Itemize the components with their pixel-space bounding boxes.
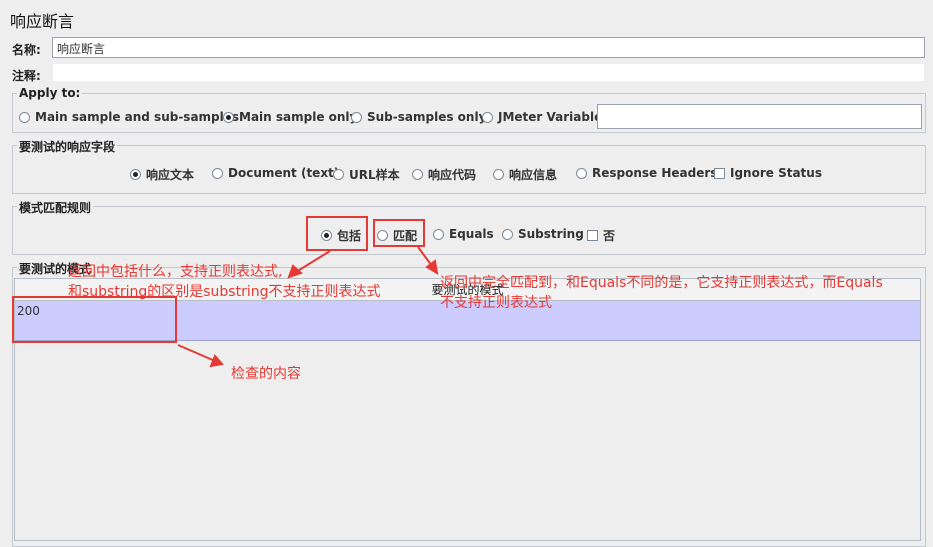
annotation-matches-line1: 返回中完全匹配到，和Equals不同的是，它支持正则表达式，而Equals bbox=[440, 275, 883, 291]
annotation-content-note: 检查的内容 bbox=[231, 366, 301, 382]
arrow-contains-head bbox=[287, 264, 303, 279]
arrow-content-line bbox=[177, 344, 216, 362]
arrow-contains-line bbox=[295, 250, 331, 273]
annotation-contains-line2: 和substring的区别是substring不支持正则表达式 bbox=[68, 284, 381, 300]
annotation-contains-line1: 返回中包括什么，支持正则表达式, bbox=[68, 264, 283, 280]
arrow-content-head bbox=[209, 354, 224, 368]
annotation-matches-line2: 不支持正则表达式 bbox=[440, 295, 552, 311]
arrow-matches-line bbox=[417, 246, 433, 267]
